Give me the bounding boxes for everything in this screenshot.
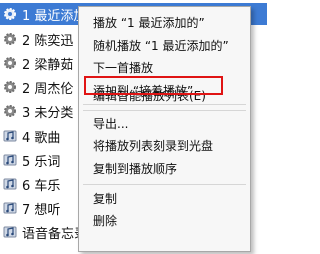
playlist-item-label: 3 未分类 bbox=[22, 105, 74, 121]
playlist-item-label: 2 梁静茹 bbox=[22, 57, 74, 73]
menu-item-copy-to-play-order[interactable]: 复制到播放顺序 bbox=[93, 162, 177, 176]
menu-separator bbox=[83, 184, 246, 185]
music-note-icon bbox=[3, 177, 17, 191]
menu-item-play-next[interactable]: 下一首播放 bbox=[93, 61, 153, 75]
playlist-item-label: 7 想听 bbox=[22, 202, 61, 218]
gear-icon bbox=[3, 32, 17, 46]
context-menu: 播放 “1 最近添加的” 随机播放 “1 最近添加的” 下一首播放 添加到 “接… bbox=[78, 6, 251, 252]
gear-icon bbox=[3, 7, 17, 21]
playlist-item-label: 2 周杰伦 bbox=[22, 81, 74, 97]
menu-item-shuffle-play[interactable]: 随机播放 “1 最近添加的” bbox=[93, 39, 229, 53]
gear-icon bbox=[3, 104, 17, 118]
playlist-item-label: 6 车乐 bbox=[22, 178, 61, 194]
menu-separator bbox=[83, 104, 246, 105]
menu-item-export[interactable]: 导出... bbox=[93, 117, 128, 131]
menu-separator bbox=[83, 110, 246, 111]
gear-icon bbox=[3, 56, 17, 70]
music-note-icon bbox=[3, 129, 17, 143]
menu-item-copy[interactable]: 复制 bbox=[93, 192, 117, 206]
menu-item-burn-to-disc[interactable]: 将播放列表刻录到光盘 bbox=[93, 139, 213, 153]
playlist-item-label: 2 陈奕迅 bbox=[22, 33, 74, 49]
music-note-icon bbox=[3, 153, 17, 167]
music-note-icon bbox=[3, 201, 17, 215]
itunes-window: 1 最近添加的 2 陈奕迅 2 梁静茹 2 周杰伦 3 未分类 4 歌曲 5 乐… bbox=[0, 0, 267, 254]
playlist-item-label: 4 歌曲 bbox=[22, 130, 61, 146]
gear-icon bbox=[3, 80, 17, 94]
music-note-icon bbox=[3, 225, 17, 239]
menu-gutter bbox=[79, 7, 83, 251]
highlight-annotation-box bbox=[84, 76, 223, 95]
menu-item-delete[interactable]: 删除 bbox=[93, 214, 117, 228]
menu-item-play[interactable]: 播放 “1 最近添加的” bbox=[93, 16, 205, 30]
playlist-item-label: 5 乐词 bbox=[22, 154, 61, 170]
